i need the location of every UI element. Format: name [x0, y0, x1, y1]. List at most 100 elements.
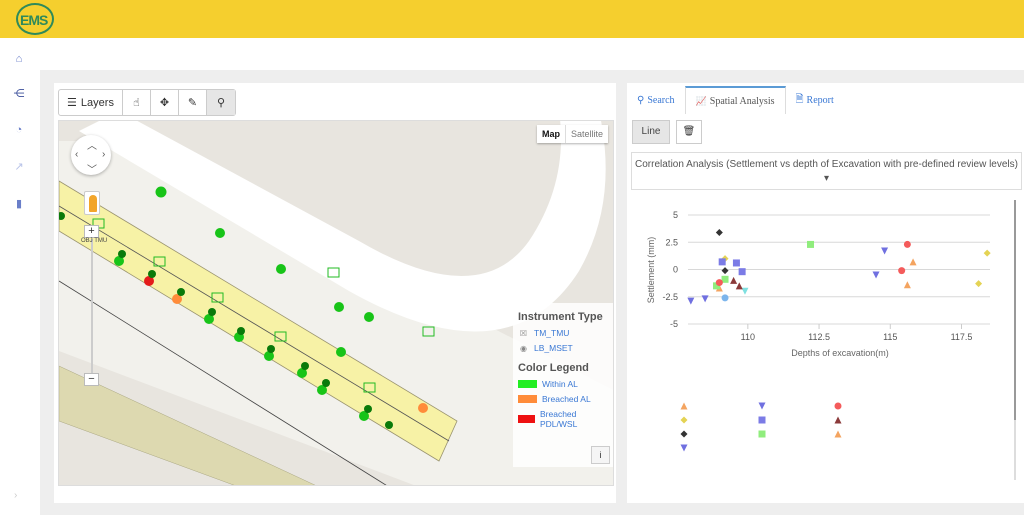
mset-marker[interactable] [215, 228, 225, 238]
sidebar-collapse-icon[interactable]: › [14, 490, 17, 501]
correlation-scatter-chart: 5 2.5 0 -2.5 -5 110 112.5 115 117.5 Settlement … [646, 210, 991, 452]
data-point [909, 258, 917, 266]
draw-tool-button[interactable]: ✎ [179, 90, 207, 115]
mset-marker[interactable] [334, 302, 344, 312]
y-tick-label: -2.5 [662, 292, 678, 302]
tab-label: Report [806, 94, 834, 106]
map-type-map-button[interactable]: Map [537, 125, 566, 143]
tab-label: Search [647, 94, 675, 106]
data-point [975, 280, 983, 288]
y-tick-label: -5 [670, 319, 678, 329]
pan-down-icon[interactable]: ﹀ [87, 161, 97, 176]
x-tick-label: 117.5 [951, 332, 973, 342]
legend-item-tm-tmu: ☒ TM_TMU [518, 328, 608, 338]
data-point [872, 271, 880, 279]
dashboard-icon[interactable]: ◔ [11, 123, 27, 137]
mset-marker[interactable] [155, 186, 167, 198]
prism-marker[interactable] [385, 421, 393, 429]
legend-label: LB_MSET [534, 343, 573, 353]
zoom-slider[interactable] [91, 239, 93, 379]
prism-marker[interactable] [364, 405, 372, 413]
prism-marker[interactable] [301, 362, 309, 370]
info-button[interactable]: i [591, 446, 610, 464]
legend-label: Within AL [542, 379, 578, 389]
data-point [715, 228, 723, 236]
legend-symbol [758, 402, 766, 410]
pan-up-icon[interactable]: ︿ [87, 137, 97, 152]
legend-symbol [680, 430, 688, 438]
map-type-satellite-button[interactable]: Satellite [566, 125, 608, 143]
tab-report[interactable]: 🗎 Report [786, 86, 844, 114]
zoom-out-button[interactable]: − [84, 373, 99, 386]
search-tool-button[interactable]: ⚲ [207, 90, 235, 115]
pan-control[interactable]: ︿ ‹ › ﹀ [71, 135, 111, 176]
home-icon[interactable]: ⌂ [11, 52, 27, 66]
tab-spatial-analysis[interactable]: 📈 Spatial Analysis [684, 86, 786, 114]
ems-logo[interactable]: EMS [16, 3, 54, 35]
delete-button[interactable]: 🗑 [676, 120, 702, 144]
mset-marker[interactable] [276, 264, 286, 274]
legend-symbol [680, 444, 688, 452]
prism-marker[interactable] [148, 270, 156, 278]
pan-right-icon[interactable]: › [102, 149, 105, 160]
legend-symbol [758, 430, 766, 438]
legend-symbol [834, 402, 842, 410]
zoom-label: OBJ TMU [81, 238, 108, 244]
search-icon: ⚲ [216, 97, 226, 109]
line-button[interactable]: Line [632, 120, 670, 144]
caret-down-icon: ▾ [823, 173, 830, 184]
info-icon: i [599, 450, 602, 460]
bar-chart-icon[interactable]: ▮ [11, 197, 27, 211]
chart-scrollbar[interactable] [1014, 200, 1016, 480]
correlation-analysis-dropdown[interactable]: Correlation Analysis (Settlement vs dept… [631, 152, 1022, 190]
color-swatch [518, 395, 537, 403]
prism-marker[interactable] [118, 250, 126, 258]
legend-label: Breached AL [542, 394, 591, 404]
chart-points [687, 228, 991, 305]
y-axis-label: Settlement (mm) [646, 237, 656, 304]
prism-marker[interactable] [237, 327, 245, 335]
mset-marker[interactable] [336, 347, 346, 357]
trend-icon[interactable]: ↗ [11, 160, 27, 174]
x-tick-label: 115 [883, 332, 897, 342]
target-circle-icon: ◉ [520, 343, 527, 353]
legend-symbol [680, 416, 688, 424]
instrument-type-title: Instrument Type [518, 311, 603, 323]
share-icon[interactable]: ⋲ [11, 87, 27, 101]
data-point [701, 295, 709, 303]
chart-grid [688, 214, 990, 325]
box-x-icon: ☒ [519, 328, 528, 338]
trash-icon: 🗑 [682, 126, 696, 137]
prism-marker[interactable] [267, 345, 275, 353]
legend-symbol [680, 402, 688, 410]
map-legend: Instrument Type ☒ TM_TMU ◉ LB_MSET Color… [513, 303, 613, 467]
tab-search[interactable]: ⚲ Search [627, 86, 685, 114]
data-point [732, 259, 740, 267]
data-point [718, 258, 726, 266]
prism-marker[interactable] [177, 288, 185, 296]
layers-label: Layers [80, 96, 114, 109]
chart-legend [680, 402, 842, 452]
prism-marker[interactable] [322, 379, 330, 387]
move-tool-button[interactable]: ✥ [151, 90, 179, 115]
scrollbar-thumb[interactable] [1014, 200, 1016, 420]
mset-marker-breached-al[interactable] [418, 403, 428, 413]
dropdown-title: Correlation Analysis (Settlement vs dept… [635, 159, 1018, 170]
data-point [903, 281, 911, 289]
x-axis-label: Depths of excavation(m) [791, 348, 889, 358]
zoom-in-button[interactable]: + [84, 225, 99, 238]
pan-left-icon[interactable]: ‹ [75, 149, 78, 160]
layers-button[interactable]: ☰ Layers [59, 90, 123, 115]
legend-item-breached-al: Breached AL [518, 394, 608, 404]
search-icon: ⚲ [637, 94, 645, 106]
line-chart-icon: 📈 [695, 95, 707, 106]
mset-marker[interactable] [364, 312, 374, 322]
map-toolbar: ☰ Layers ☝ ✥ ✎ ⚲ [58, 89, 236, 116]
data-point [807, 240, 815, 248]
legend-item-within-al: Within AL [518, 379, 608, 389]
x-tick-label: 112.5 [808, 332, 830, 342]
street-view-pegman-icon[interactable] [84, 191, 100, 215]
prism-marker[interactable] [208, 308, 216, 316]
pan-tool-button[interactable]: ☝ [123, 90, 151, 115]
data-point [738, 268, 746, 276]
